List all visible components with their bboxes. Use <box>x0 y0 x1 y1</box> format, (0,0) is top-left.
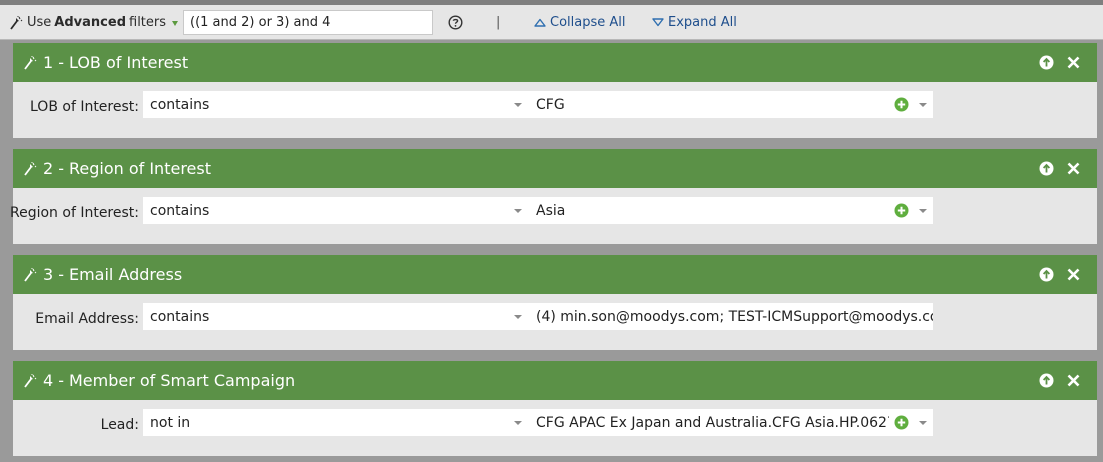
filter-header[interactable]: 2 - Region of Interest <box>13 149 1097 188</box>
value-text: CFG APAC Ex Japan and Australia.CFG Asia… <box>536 414 889 431</box>
field-label: LOB of Interest: <box>30 98 139 115</box>
wand-icon[interactable] <box>22 267 38 283</box>
move-up-icon[interactable] <box>1039 161 1054 176</box>
chevron-down-icon[interactable] <box>514 209 522 213</box>
filter-number: 3 <box>43 265 54 284</box>
field-label: Email Address: <box>35 310 139 327</box>
filter-title-text: LOB of Interest <box>68 53 189 72</box>
operator-value: contains <box>150 202 210 219</box>
triangle-down-icon <box>652 18 664 27</box>
filter-header[interactable]: 1 - LOB of Interest <box>13 43 1097 82</box>
filter-title-text: Region of Interest <box>68 159 211 178</box>
filters-label: filters <box>129 15 167 30</box>
chevron-down-icon[interactable] <box>514 315 522 319</box>
move-up-icon[interactable] <box>1039 55 1054 70</box>
filter-body: Lead: not in CFG APAC Ex Japan and Austr… <box>13 400 1097 456</box>
value-text: Asia <box>536 202 566 219</box>
filter-title-separator: - <box>58 159 64 178</box>
operator-value: contains <box>150 308 210 325</box>
collapse-all-label: Collapse All <box>550 15 626 30</box>
value-list-input[interactable]: (4) min.son@moodys.com; TEST-ICMSupport@… <box>529 303 933 330</box>
toolbar-separator: | <box>496 15 501 30</box>
operator-select[interactable]: contains <box>143 91 530 118</box>
chevron-down-icon[interactable] <box>919 209 927 213</box>
filter-number: 4 <box>43 371 54 390</box>
rule-logic-input[interactable] <box>183 10 433 35</box>
filter-title: 3 - Email Address <box>43 255 182 294</box>
filter-panel-4: 4 - Member of Smart Campaign Lead: not i… <box>13 361 1097 456</box>
filter-title-separator: - <box>58 371 64 390</box>
close-icon[interactable] <box>1066 161 1081 176</box>
field-label: Lead: <box>100 416 139 433</box>
move-up-icon[interactable] <box>1039 267 1054 282</box>
add-circle-icon[interactable] <box>894 203 909 218</box>
advanced-filters-toggle[interactable]: Use Advanced filters <box>8 5 179 40</box>
filter-title-separator: - <box>58 265 64 284</box>
field-label: Region of Interest: <box>10 204 139 221</box>
chevron-down-icon[interactable] <box>919 103 927 107</box>
add-circle-icon[interactable] <box>894 97 909 112</box>
filter-title-text: Member of Smart Campaign <box>68 371 296 390</box>
operator-select[interactable]: contains <box>143 197 530 224</box>
filter-header[interactable]: 4 - Member of Smart Campaign <box>13 361 1097 400</box>
question-circle-icon[interactable] <box>448 15 463 30</box>
value-select[interactable]: Asia <box>529 197 933 224</box>
collapse-all-button[interactable]: Collapse All <box>534 5 626 40</box>
filter-title-separator: - <box>58 53 64 72</box>
filter-panel-2: 2 - Region of Interest Region of Interes… <box>10 149 1097 244</box>
operator-value: not in <box>150 414 191 431</box>
expand-all-button[interactable]: Expand All <box>652 5 737 40</box>
filter-title: 4 - Member of Smart Campaign <box>43 361 295 400</box>
chevron-down-icon[interactable] <box>919 421 927 425</box>
expand-all-label: Expand All <box>668 15 737 30</box>
move-up-icon[interactable] <box>1039 373 1054 388</box>
operator-select[interactable]: contains <box>143 303 530 330</box>
filter-number: 2 <box>43 159 54 178</box>
filter-header[interactable]: 3 - Email Address <box>13 255 1097 294</box>
filter-body: Region of Interest: contains Asia <box>10 188 1097 244</box>
use-label: Use <box>27 15 52 30</box>
chevron-down-icon[interactable] <box>172 20 179 26</box>
chevron-down-icon[interactable] <box>514 421 522 425</box>
chevron-down-icon[interactable] <box>514 103 522 107</box>
value-text: CFG <box>536 96 565 113</box>
filter-number: 1 <box>43 53 54 72</box>
filter-title-text: Email Address <box>68 265 183 284</box>
wand-icon[interactable] <box>22 55 38 71</box>
close-icon[interactable] <box>1066 267 1081 282</box>
filter-panel-3: 3 - Email Address Email Address: contain… <box>13 255 1097 350</box>
add-circle-icon[interactable] <box>894 415 909 430</box>
operator-value: contains <box>150 96 210 113</box>
value-select[interactable]: CFG APAC Ex Japan and Australia.CFG Asia… <box>529 409 933 436</box>
wand-icon[interactable] <box>22 373 38 389</box>
triangle-up-icon <box>534 18 546 27</box>
filter-body: LOB of Interest: contains CFG <box>13 82 1097 138</box>
wand-icon[interactable] <box>22 161 38 177</box>
filter-title: 2 - Region of Interest <box>43 149 211 188</box>
filter-body: Email Address: contains (4) min.son@mood… <box>13 294 1097 350</box>
wand-icon <box>10 15 23 30</box>
close-icon[interactable] <box>1066 55 1081 70</box>
filter-toolbar: Use Advanced filters | Collapse All Expa… <box>0 5 1103 40</box>
value-select[interactable]: CFG <box>529 91 933 118</box>
filter-panel-1: 1 - LOB of Interest LOB of Interest: con… <box>13 43 1097 138</box>
close-icon[interactable] <box>1066 373 1081 388</box>
operator-select[interactable]: not in <box>143 409 530 436</box>
advanced-label: Advanced <box>54 15 126 30</box>
value-text: (4) min.son@moodys.com; TEST-ICMSupport@… <box>536 308 933 325</box>
filter-title: 1 - LOB of Interest <box>43 43 188 82</box>
